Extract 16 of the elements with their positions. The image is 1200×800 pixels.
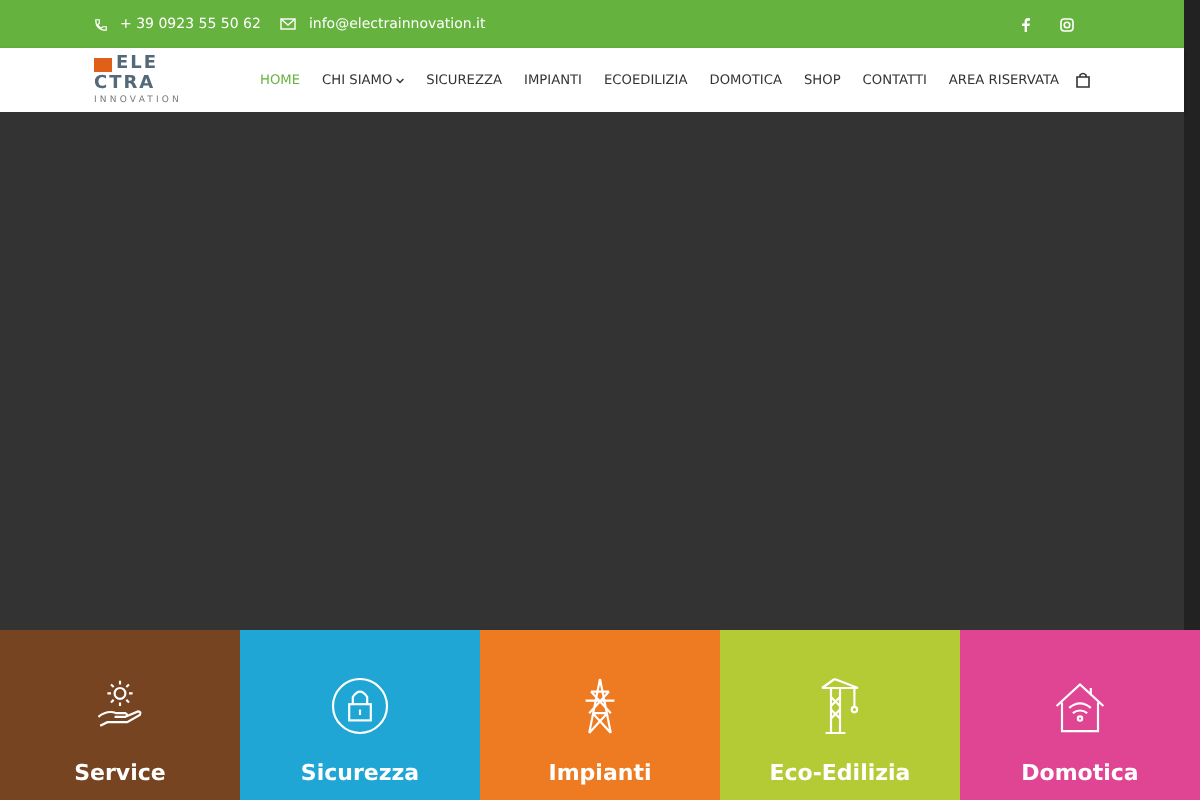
tile-title: Service — [74, 760, 166, 786]
chevron-down-icon — [396, 77, 405, 83]
instagram-icon[interactable] — [1060, 17, 1074, 31]
tile-title: Domotica — [1021, 760, 1139, 786]
logo-text[interactable]: CTRA — [94, 74, 183, 96]
tile-title: Sicurezza — [300, 760, 420, 786]
phone-icon — [94, 17, 108, 31]
service-tile[interactable]: Service — [0, 630, 240, 800]
tile-title: Impianti — [548, 760, 652, 786]
service-tile[interactable]: Domotica — [960, 630, 1200, 800]
logo-text[interactable]: ELE — [116, 54, 159, 75]
logo-square — [94, 57, 112, 72]
shopping-bag-icon[interactable] — [1076, 72, 1090, 88]
tile-title: Eco-Edilizia — [769, 760, 911, 786]
envelope-icon — [280, 18, 297, 30]
facebook-icon[interactable] — [1022, 17, 1030, 31]
